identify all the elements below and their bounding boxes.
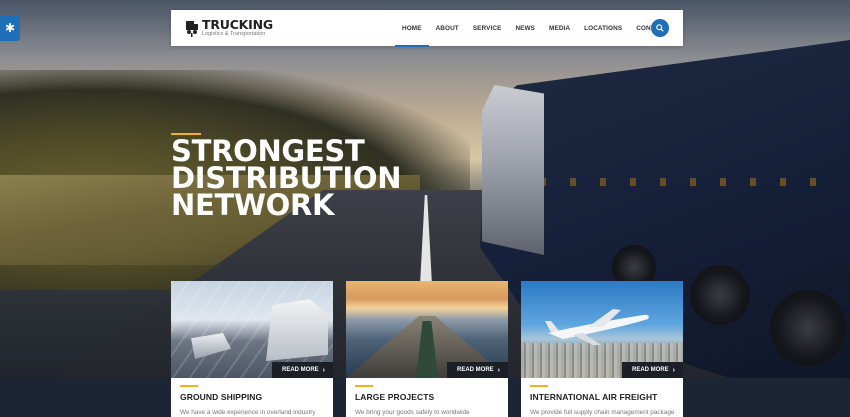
logo[interactable]: TRUCKING Logistics & Transportation xyxy=(185,16,381,38)
card-accent-line xyxy=(180,385,198,387)
settings-side-tab[interactable]: ✱ xyxy=(0,15,20,41)
hero-title: STRONGEST DISTRIBUTION NETWORK xyxy=(171,137,441,222)
nav-about[interactable]: ABOUT xyxy=(429,10,466,46)
card-text: We bring your goods safely to worldwide xyxy=(355,409,470,416)
hero-title-line: NETWORK xyxy=(171,188,335,222)
ground-shipping-image: READ MORE › xyxy=(171,281,333,378)
card-text: We have a wide experience in overland in… xyxy=(180,409,316,416)
read-more-label: READ MORE xyxy=(456,367,494,373)
brand-subtitle: Logistics & Transportation xyxy=(202,30,266,37)
nav-home[interactable]: HOME xyxy=(395,10,429,47)
read-more-label: READ MORE xyxy=(631,367,669,373)
read-more-button[interactable]: READ MORE › xyxy=(271,362,333,378)
site-header: TRUCKING Logistics & Transportation HOME… xyxy=(171,10,683,47)
search-button[interactable] xyxy=(651,19,669,37)
truck-wheel xyxy=(690,265,750,325)
truck-cab xyxy=(482,85,544,255)
truck-wheel xyxy=(770,290,846,366)
search-icon xyxy=(656,24,664,32)
card-accent-line xyxy=(355,385,373,387)
air-freight-image: READ MORE › xyxy=(521,281,683,378)
arrow-right-icon: › xyxy=(497,366,500,374)
truck-side-lights xyxy=(540,178,840,186)
gear-icon: ✱ xyxy=(4,21,16,35)
nav-media[interactable]: MEDIA xyxy=(542,10,577,46)
service-card: READ MORE › INTERNATIONAL AIR FREIGHT We… xyxy=(521,281,683,417)
nav-locations[interactable]: LOCATIONS xyxy=(577,10,629,46)
large-projects-image: READ MORE › xyxy=(346,281,508,378)
main-nav: HOME ABOUT SERVICE NEWS MEDIA LOCATIONS … xyxy=(395,10,675,47)
nav-news[interactable]: NEWS xyxy=(508,10,542,46)
read-more-button[interactable]: READ MORE › xyxy=(621,362,683,378)
read-more-button[interactable]: READ MORE › xyxy=(446,362,508,378)
card-text: We provide full supply chain management … xyxy=(530,409,675,416)
card-accent-line xyxy=(530,385,548,387)
service-card: READ MORE › LARGE PROJECTS We bring your… xyxy=(346,281,508,417)
arrow-right-icon: › xyxy=(672,366,675,374)
card-title[interactable]: INTERNATIONAL AIR FREIGHT xyxy=(530,392,683,402)
card-title[interactable]: GROUND SHIPPING xyxy=(180,392,333,402)
nav-service[interactable]: SERVICE xyxy=(466,10,509,46)
truck-logo-icon xyxy=(185,19,199,37)
card-title[interactable]: LARGE PROJECTS xyxy=(355,392,508,402)
read-more-label: READ MORE xyxy=(281,367,319,373)
brand-title: TRUCKING xyxy=(202,16,273,32)
airplane-image xyxy=(545,309,649,345)
service-card: READ MORE › GROUND SHIPPING We have a wi… xyxy=(171,281,333,417)
arrow-right-icon: › xyxy=(322,366,325,374)
